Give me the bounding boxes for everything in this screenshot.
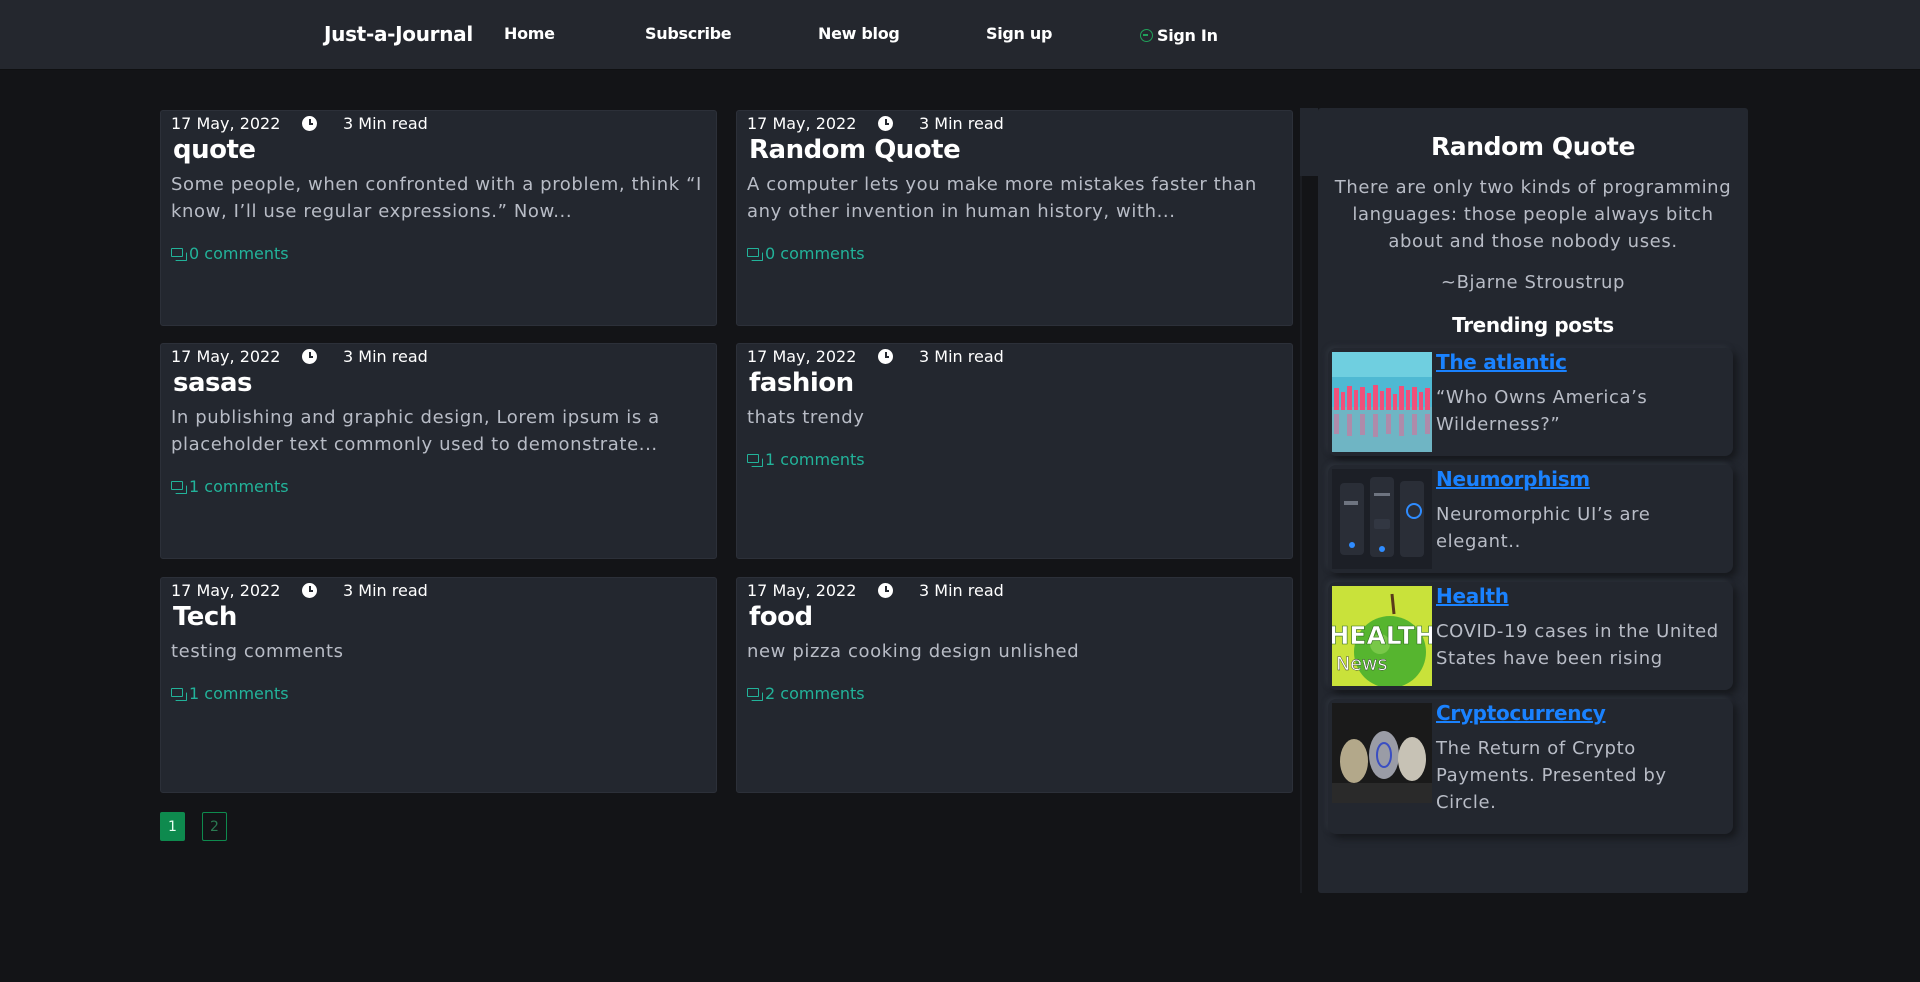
post-card[interactable]: 17 May, 2022 3 Min read fashion thats tr…: [736, 343, 1293, 559]
post-meta: 17 May, 2022 3 Min read: [171, 114, 428, 133]
trending-thumbnail-crypto: [1332, 703, 1432, 803]
post-date: 17 May, 2022: [171, 114, 281, 133]
post-date: 17 May, 2022: [747, 581, 857, 600]
comment-icon: [171, 687, 187, 701]
post-read-time: 3 Min read: [919, 347, 1004, 366]
random-quote-text: There are only two kinds of programming …: [1334, 177, 1732, 252]
post-read-time: 3 Min read: [343, 114, 428, 133]
post-comments-count: 2 comments: [765, 684, 865, 703]
trending-item[interactable]: Cryptocurrency The Return of Crypto Paym…: [1328, 699, 1733, 834]
nav-sign-up[interactable]: Sign up: [986, 24, 1052, 43]
clock-icon: [302, 583, 317, 598]
post-meta: 17 May, 2022 3 Min read: [171, 347, 428, 366]
post-title[interactable]: Tech: [173, 602, 237, 632]
post-comments-count: 0 comments: [189, 244, 289, 263]
trending-desc: “Who Owns America’s Wilderness?”: [1436, 387, 1648, 435]
post-date: 17 May, 2022: [171, 347, 281, 366]
comment-icon: [747, 247, 763, 261]
trending-title[interactable]: Health: [1436, 584, 1509, 608]
post-excerpt: testing comments: [171, 641, 344, 662]
clock-icon: [878, 349, 893, 364]
post-read-time: 3 Min read: [919, 581, 1004, 600]
post-title[interactable]: Random Quote: [749, 135, 961, 165]
trending-desc: COVID-19 cases in the United States have…: [1436, 621, 1719, 669]
trending-thumbnail-neumorphism: [1332, 469, 1432, 569]
post-comments-link[interactable]: 0 comments: [747, 244, 865, 263]
trending-desc: Neuromorphic UI’s are elegant..: [1436, 504, 1651, 552]
post-comments-count: 1 comments: [189, 477, 289, 496]
signin-icon: [1140, 29, 1153, 42]
clock-icon: [302, 116, 317, 131]
nav-sign-in-label: Sign In: [1157, 26, 1218, 45]
post-title[interactable]: quote: [173, 135, 256, 165]
post-date: 17 May, 2022: [171, 581, 281, 600]
post-card[interactable]: 17 May, 2022 3 Min read Random Quote A c…: [736, 110, 1293, 326]
clock-icon: [878, 583, 893, 598]
nav-subscribe[interactable]: Subscribe: [645, 24, 732, 43]
clock-icon: [302, 349, 317, 364]
clock-icon: [878, 116, 893, 131]
trending-title[interactable]: Neumorphism: [1436, 467, 1590, 491]
post-date: 17 May, 2022: [747, 347, 857, 366]
trending-thumbnail-flamingos: [1332, 352, 1432, 452]
nav-sign-in[interactable]: Sign In: [1140, 26, 1218, 45]
comment-icon: [747, 453, 763, 467]
nav-new-blog[interactable]: New blog: [818, 24, 900, 43]
post-title[interactable]: fashion: [749, 368, 854, 398]
trending-item[interactable]: HEALTH News Health COVID-19 cases in the…: [1328, 582, 1733, 690]
post-comments-link[interactable]: 1 comments: [171, 477, 289, 496]
trending-title[interactable]: The atlantic: [1436, 350, 1567, 374]
comment-icon: [747, 687, 763, 701]
post-card[interactable]: 17 May, 2022 3 Min read sasas In publish…: [160, 343, 717, 559]
pagination-page-2[interactable]: 2: [202, 812, 227, 841]
post-title[interactable]: sasas: [173, 368, 253, 398]
trending-desc: The Return of Crypto Payments. Presented…: [1436, 738, 1667, 813]
sidebar-tab: [1300, 108, 1318, 176]
trending-posts-title: Trending posts: [1452, 313, 1614, 337]
trending-title[interactable]: Cryptocurrency: [1436, 701, 1606, 725]
pagination-page-1[interactable]: 1: [160, 812, 185, 841]
comment-icon: [171, 480, 187, 494]
post-comments-count: 1 comments: [189, 684, 289, 703]
post-date: 17 May, 2022: [747, 114, 857, 133]
sidebar: Random Quote There are only two kinds of…: [1318, 108, 1748, 893]
post-comments-link[interactable]: 1 comments: [171, 684, 289, 703]
post-excerpt: Some people, when confronted with a prob…: [171, 174, 702, 222]
post-title[interactable]: food: [749, 602, 813, 632]
post-meta: 17 May, 2022 3 Min read: [747, 581, 1004, 600]
trending-item[interactable]: The atlantic “Who Owns America’s Wildern…: [1328, 348, 1733, 456]
post-meta: 17 May, 2022 3 Min read: [747, 114, 1004, 133]
comment-icon: [171, 247, 187, 261]
post-excerpt: In publishing and graphic design, Lorem …: [171, 407, 660, 455]
post-excerpt: thats trendy: [747, 407, 865, 428]
post-read-time: 3 Min read: [343, 581, 428, 600]
post-comments-link[interactable]: 2 comments: [747, 684, 865, 703]
post-meta: 17 May, 2022 3 Min read: [171, 581, 428, 600]
post-comments-link[interactable]: 1 comments: [747, 450, 865, 469]
navbar: Just-a-Journal Home Subscribe New blog S…: [0, 0, 1920, 70]
brand-logo[interactable]: Just-a-Journal: [324, 22, 473, 46]
post-comments-count: 1 comments: [765, 450, 865, 469]
post-read-time: 3 Min read: [343, 347, 428, 366]
sidebar-divider: [1300, 108, 1302, 893]
random-quote-author: ~Bjarne Stroustrup: [1440, 272, 1626, 293]
post-read-time: 3 Min read: [919, 114, 1004, 133]
post-excerpt: A computer lets you make more mistakes f…: [747, 174, 1257, 222]
post-comments-count: 0 comments: [765, 244, 865, 263]
post-card[interactable]: 17 May, 2022 3 Min read food new pizza c…: [736, 577, 1293, 793]
post-card[interactable]: 17 May, 2022 3 Min read quote Some peopl…: [160, 110, 717, 326]
post-card[interactable]: 17 May, 2022 3 Min read Tech testing com…: [160, 577, 717, 793]
nav-home[interactable]: Home: [504, 24, 555, 43]
trending-thumbnail-health: HEALTH News: [1332, 586, 1432, 686]
post-excerpt: new pizza cooking design unlished: [747, 641, 1080, 662]
trending-item[interactable]: Neumorphism Neuromorphic UI’s are elegan…: [1328, 465, 1733, 573]
post-meta: 17 May, 2022 3 Min read: [747, 347, 1004, 366]
random-quote-title: Random Quote: [1430, 132, 1636, 161]
svg-text:HEALTH: HEALTH: [1332, 621, 1432, 650]
post-comments-link[interactable]: 0 comments: [171, 244, 289, 263]
svg-text:News: News: [1336, 653, 1387, 675]
